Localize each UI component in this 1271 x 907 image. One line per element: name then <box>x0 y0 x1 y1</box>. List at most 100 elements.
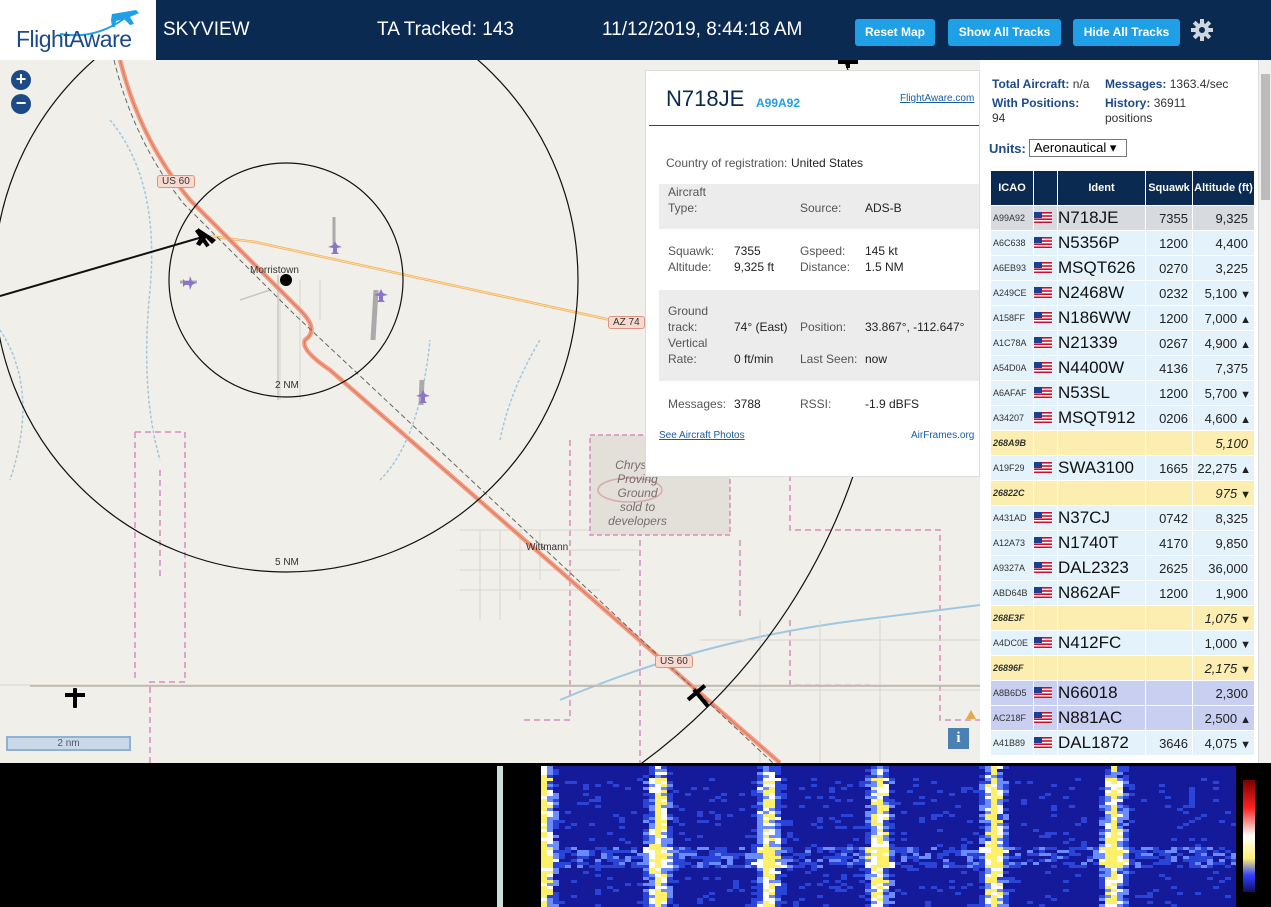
icao-cell: A41B89 <box>990 730 1034 756</box>
altitude-value: 2,175 <box>1204 660 1238 676</box>
us-flag-icon <box>1034 312 1052 324</box>
ident-cell: N862AF <box>1057 580 1146 606</box>
squawk-cell: 0232 <box>1145 280 1193 306</box>
zoom-out-button[interactable]: − <box>11 94 31 114</box>
table-row[interactable]: A34207 MSQT912 0206 4,600 ▲ <box>990 405 1255 431</box>
col-squawk[interactable]: Squawk <box>1145 170 1193 206</box>
icao-cell: A12A73 <box>990 530 1034 556</box>
table-row[interactable]: A8B6D5 N66018 2,300 <box>990 680 1255 706</box>
table-row[interactable]: A54D0A N4400W 4136 7,375 <box>990 355 1255 381</box>
gear-icon[interactable] <box>1190 18 1214 42</box>
table-row[interactable]: A249CE N2468W 0232 5,100 ▼ <box>990 280 1255 306</box>
us-flag-icon <box>1034 262 1052 274</box>
altitude-value: 1,075 <box>1204 610 1238 626</box>
hide-all-tracks-button[interactable]: Hide All Tracks <box>1073 19 1180 46</box>
ident-cell: MSQT912 <box>1057 405 1146 431</box>
place-morristown: Morristown <box>250 265 299 276</box>
table-row[interactable]: 26822C 975 ▼ <box>990 480 1255 506</box>
aircraft-marker <box>328 241 342 254</box>
altitude-cell: 4,075 ▼ <box>1192 730 1255 756</box>
flag-cell <box>1033 230 1058 256</box>
info-button[interactable]: i <box>948 728 969 749</box>
flightaware-link[interactable]: FlightAware.com <box>900 93 974 104</box>
icao-cell: 268A9B <box>990 430 1034 456</box>
altitude-cell: 9,850 <box>1192 530 1255 556</box>
table-row[interactable]: 268E3F 1,075 ▼ <box>990 605 1255 631</box>
table-row[interactable]: A41B89 DAL1872 3646 4,075 ▼ <box>990 730 1255 756</box>
flag-cell <box>1033 255 1058 281</box>
history-label: History: <box>1105 96 1151 110</box>
ident-cell: DAL2323 <box>1057 555 1146 581</box>
units-select[interactable]: Aeronautical ▾ <box>1029 139 1127 157</box>
table-row[interactable]: A158FF N186WW 1200 7,000 ▲ <box>990 305 1255 331</box>
show-all-tracks-button[interactable]: Show All Tracks <box>948 19 1061 46</box>
ident-cell: N37CJ <box>1057 505 1146 531</box>
airframes-link[interactable]: AirFrames.org <box>911 430 974 441</box>
ident-cell <box>1057 605 1146 631</box>
altitude-trend-icon: ▼ <box>1240 738 1251 751</box>
ident-cell: N2468W <box>1057 280 1146 306</box>
track-label: track: <box>668 320 698 334</box>
messages-label: Messages: <box>1105 77 1167 91</box>
flag-cell <box>1033 580 1058 606</box>
scrollbar-thumb[interactable] <box>1261 74 1270 200</box>
altitude-value: 5,700 <box>1204 385 1238 401</box>
altitude-value: 1,900 <box>1215 585 1248 601</box>
col-flag[interactable] <box>1033 170 1058 206</box>
track-value: 74° (East) <box>734 320 788 334</box>
table-row[interactable]: A9327A DAL2323 2625 36,000 <box>990 555 1255 581</box>
table-row[interactable]: A6EB93 MSQT626 0270 3,225 <box>990 255 1255 281</box>
reset-map-button[interactable]: Reset Map <box>855 19 935 46</box>
ident-cell: N186WW <box>1057 305 1146 331</box>
ident-cell: N5356P <box>1057 230 1146 256</box>
table-row[interactable]: A6AFAF N53SL 1200 5,700 ▼ <box>990 380 1255 406</box>
ident-cell: N4400W <box>1057 355 1146 381</box>
proving-ground-line: sold to <box>619 500 656 514</box>
us-flag-icon <box>1034 562 1052 574</box>
squawk-cell: 0267 <box>1145 330 1193 356</box>
flag-cell <box>1033 305 1058 331</box>
history-value: 36911 <box>1153 96 1187 110</box>
flag-cell <box>1033 680 1058 706</box>
col-ident[interactable]: Ident <box>1057 170 1146 206</box>
ident-cell: N66018 <box>1057 680 1146 706</box>
altitude-trend-icon: ▼ <box>1240 388 1251 401</box>
col-icao[interactable]: ICAO <box>990 170 1034 206</box>
table-row[interactable]: A12A73 N1740T 4170 9,850 <box>990 530 1255 556</box>
table-header-row: ICAO Ident Squawk Altitude (ft) <box>990 170 1255 206</box>
zoom-in-button[interactable]: + <box>11 70 31 90</box>
distance-label: Distance: <box>800 260 851 274</box>
altitude-value: 2,300 <box>1215 685 1248 701</box>
table-row[interactable]: A99A92 N718JE 7355 9,325 <box>990 205 1255 231</box>
icao-cell: A431AD <box>990 505 1034 531</box>
us-flag-icon <box>1034 637 1052 649</box>
table-row[interactable]: ABD64B N862AF 1200 1,900 <box>990 580 1255 606</box>
squawk-cell: 0742 <box>1145 505 1193 531</box>
table-row[interactable]: A6C638 N5356P 1200 4,400 <box>990 230 1255 256</box>
us-flag-icon <box>1034 337 1052 349</box>
icao-cell: A19F29 <box>990 455 1034 481</box>
ident-cell: N881AC <box>1057 705 1146 731</box>
altitude-cell: 3,225 <box>1192 255 1255 281</box>
altitude-value: 36,000 <box>1208 560 1248 576</box>
road-sign-us60: US 60 <box>655 655 693 668</box>
table-row[interactable]: 26896F 2,175 ▼ <box>990 655 1255 681</box>
us-flag-icon <box>1034 462 1052 474</box>
icao-cell: A6AFAF <box>990 380 1034 406</box>
aircraft-hex: A99A92 <box>756 96 801 110</box>
table-row[interactable]: AC218F N881AC 2,500 ▲ <box>990 705 1255 731</box>
sidebar-scrollbar[interactable] <box>1258 60 1271 763</box>
table-row[interactable]: A4DC0E N412FC 1,000 ▼ <box>990 630 1255 656</box>
us-flag-icon <box>1034 537 1052 549</box>
table-row[interactable]: 268A9B 5,100 <box>990 430 1255 456</box>
flag-cell <box>1033 330 1058 356</box>
table-row[interactable]: A19F29 SWA3100 1665 22,275 ▲ <box>990 455 1255 481</box>
altitude-value: 4,075 <box>1204 735 1238 751</box>
table-row[interactable]: A1C78A N21339 0267 4,900 ▲ <box>990 330 1255 356</box>
table-row[interactable]: A431AD N37CJ 0742 8,325 <box>990 505 1255 531</box>
lastseen-value: now <box>865 352 888 366</box>
col-altitude[interactable]: Altitude (ft) <box>1192 170 1255 206</box>
flightaware-logo[interactable]: FlightAware <box>0 0 156 60</box>
position-value: 33.867°, -112.647° <box>865 320 965 334</box>
aircraft-photos-link[interactable]: See Aircraft Photos <box>659 430 745 441</box>
